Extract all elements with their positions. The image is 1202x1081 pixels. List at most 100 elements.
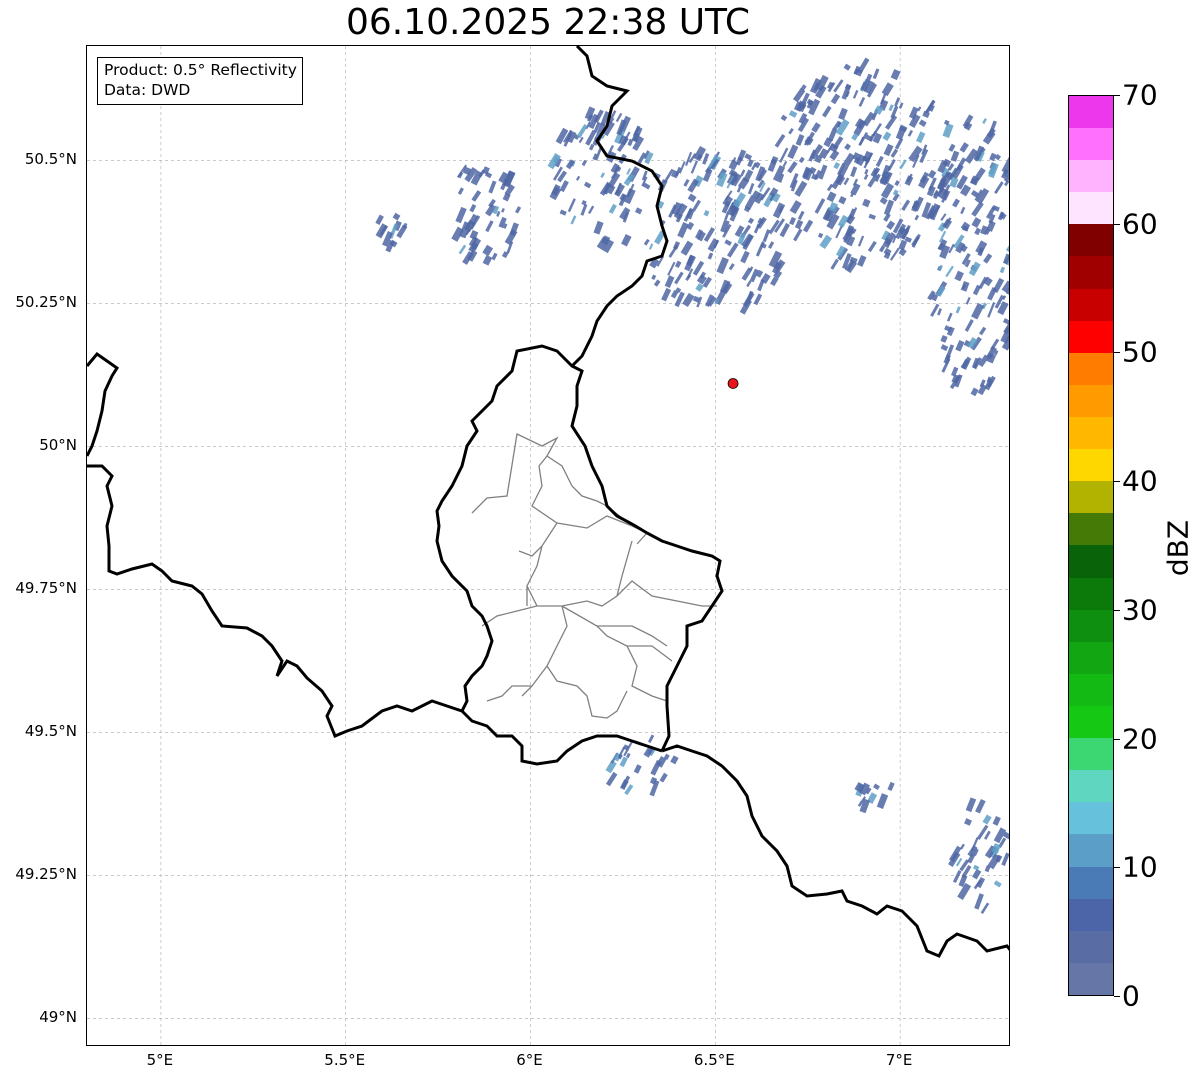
echo-pixel <box>964 818 972 826</box>
echo-pixel <box>567 198 576 213</box>
echo-pixel <box>959 142 969 153</box>
lon-tick-label: 6.5°E <box>693 1051 735 1069</box>
colorbar-tick-mark <box>1114 996 1120 997</box>
echo-pixel <box>881 82 894 97</box>
colorbar-tick-mark <box>1114 867 1120 869</box>
echo-pixel <box>838 196 847 205</box>
echo-pixel <box>940 213 947 222</box>
lon-tick-label: 5.5°E <box>324 1051 366 1069</box>
colorbar-segment <box>1069 962 1113 995</box>
echo-pixel <box>975 798 986 814</box>
echo-pixel <box>937 308 942 316</box>
echo-pixel <box>894 180 900 187</box>
echo-pixel <box>482 244 494 257</box>
echo-pixel <box>588 205 595 215</box>
echo-pixel <box>559 180 569 193</box>
echo-pixel <box>857 235 865 247</box>
radar-site-marker[interactable] <box>727 378 739 389</box>
echo-pixel <box>954 270 964 282</box>
echo-pixel <box>899 159 907 170</box>
echo-pixel <box>627 138 634 147</box>
echo-pixel <box>668 244 679 258</box>
colorbar-segment <box>1069 481 1113 514</box>
echo-pixel <box>690 160 699 174</box>
echo-pixel <box>661 287 672 302</box>
echo-pixel <box>894 137 904 150</box>
lat-tick-label: 50.5°N <box>24 150 77 169</box>
lat-tick-label: 50.25°N <box>15 293 77 312</box>
echo-pixel <box>716 171 728 188</box>
map-plot-area[interactable] <box>86 45 1010 1046</box>
colorbar-segment <box>1069 160 1113 193</box>
colorbar-segment <box>1069 449 1113 482</box>
colorbar-tick-label: 60 <box>1122 207 1158 241</box>
echo-pixel <box>872 68 880 80</box>
echo-pixel <box>992 815 1001 826</box>
echo-pixel <box>504 229 518 246</box>
echo-pixel <box>955 340 965 352</box>
radar-echoes <box>375 57 1009 914</box>
echo-pixel <box>964 319 974 332</box>
echo-pixel <box>583 181 592 189</box>
colorbar-segment <box>1069 95 1113 129</box>
colorbar-segment <box>1069 802 1113 835</box>
echo-pixel <box>795 134 805 146</box>
echo-pixel <box>674 271 684 285</box>
echo-pixel <box>957 882 972 900</box>
colorbar-segment <box>1069 192 1113 225</box>
echo-pixel <box>886 220 896 230</box>
echo-pixel <box>600 172 605 179</box>
border-belgium-lux <box>87 344 724 752</box>
echo-pixel <box>982 118 988 124</box>
echo-pixel <box>916 131 926 144</box>
echo-pixel <box>901 199 911 211</box>
echo-pixel <box>858 97 866 107</box>
echo-pixel <box>634 207 643 215</box>
echo-pixel <box>458 244 467 255</box>
echo-pixel <box>992 277 1005 294</box>
lon-tick-label: 7°E <box>885 1051 913 1069</box>
colorbar-segment <box>1069 256 1113 289</box>
echo-pixel <box>857 254 867 267</box>
echo-pixel <box>952 198 960 208</box>
echo-pixel <box>918 119 927 127</box>
echo-pixel <box>830 258 839 270</box>
echo-pixel <box>762 229 771 243</box>
echo-pixel <box>862 198 871 208</box>
colorbar-segment <box>1069 128 1113 161</box>
echo-pixel <box>647 734 655 743</box>
echo-pixel <box>864 168 869 175</box>
colorbar-segment <box>1069 930 1113 963</box>
echo-pixel <box>802 219 814 233</box>
colorbar-segment <box>1069 866 1113 899</box>
echo-pixel <box>653 279 661 287</box>
echo-pixel <box>822 105 832 118</box>
colorbar-tick-label: 30 <box>1122 593 1158 627</box>
lat-tick-label: 49.25°N <box>15 865 77 884</box>
echo-pixel <box>559 209 567 216</box>
echo-pixel <box>772 165 786 182</box>
echo-pixel <box>826 183 834 192</box>
colorbar-tick-label: 70 <box>1122 78 1158 112</box>
echo-pixel <box>942 123 954 139</box>
colorbar-segment <box>1069 384 1113 418</box>
echo-pixel <box>648 243 654 250</box>
echo-pixel <box>814 198 826 214</box>
colorbar-segment <box>1069 417 1113 450</box>
echo-pixel <box>1001 852 1009 866</box>
echo-pixel <box>747 183 755 195</box>
colorbar-segment <box>1069 224 1113 257</box>
lat-tick-label: 50°N <box>39 436 77 455</box>
echo-pixel <box>948 143 956 152</box>
echo-pixel <box>1003 180 1009 187</box>
colorbar-tick-mark <box>1114 223 1120 225</box>
echo-pixel <box>973 864 980 871</box>
product-label: Product: 0.5° Reflectivity <box>104 61 297 79</box>
echo-pixel <box>747 217 755 225</box>
echo-pixel <box>974 227 982 236</box>
lat-tick-label: 49.75°N <box>15 579 77 598</box>
data-source-label: Data: DWD <box>104 81 191 99</box>
canton-boundaries <box>471 433 717 719</box>
colorbar-tick-mark <box>1114 609 1120 611</box>
echo-pixel <box>788 110 798 118</box>
